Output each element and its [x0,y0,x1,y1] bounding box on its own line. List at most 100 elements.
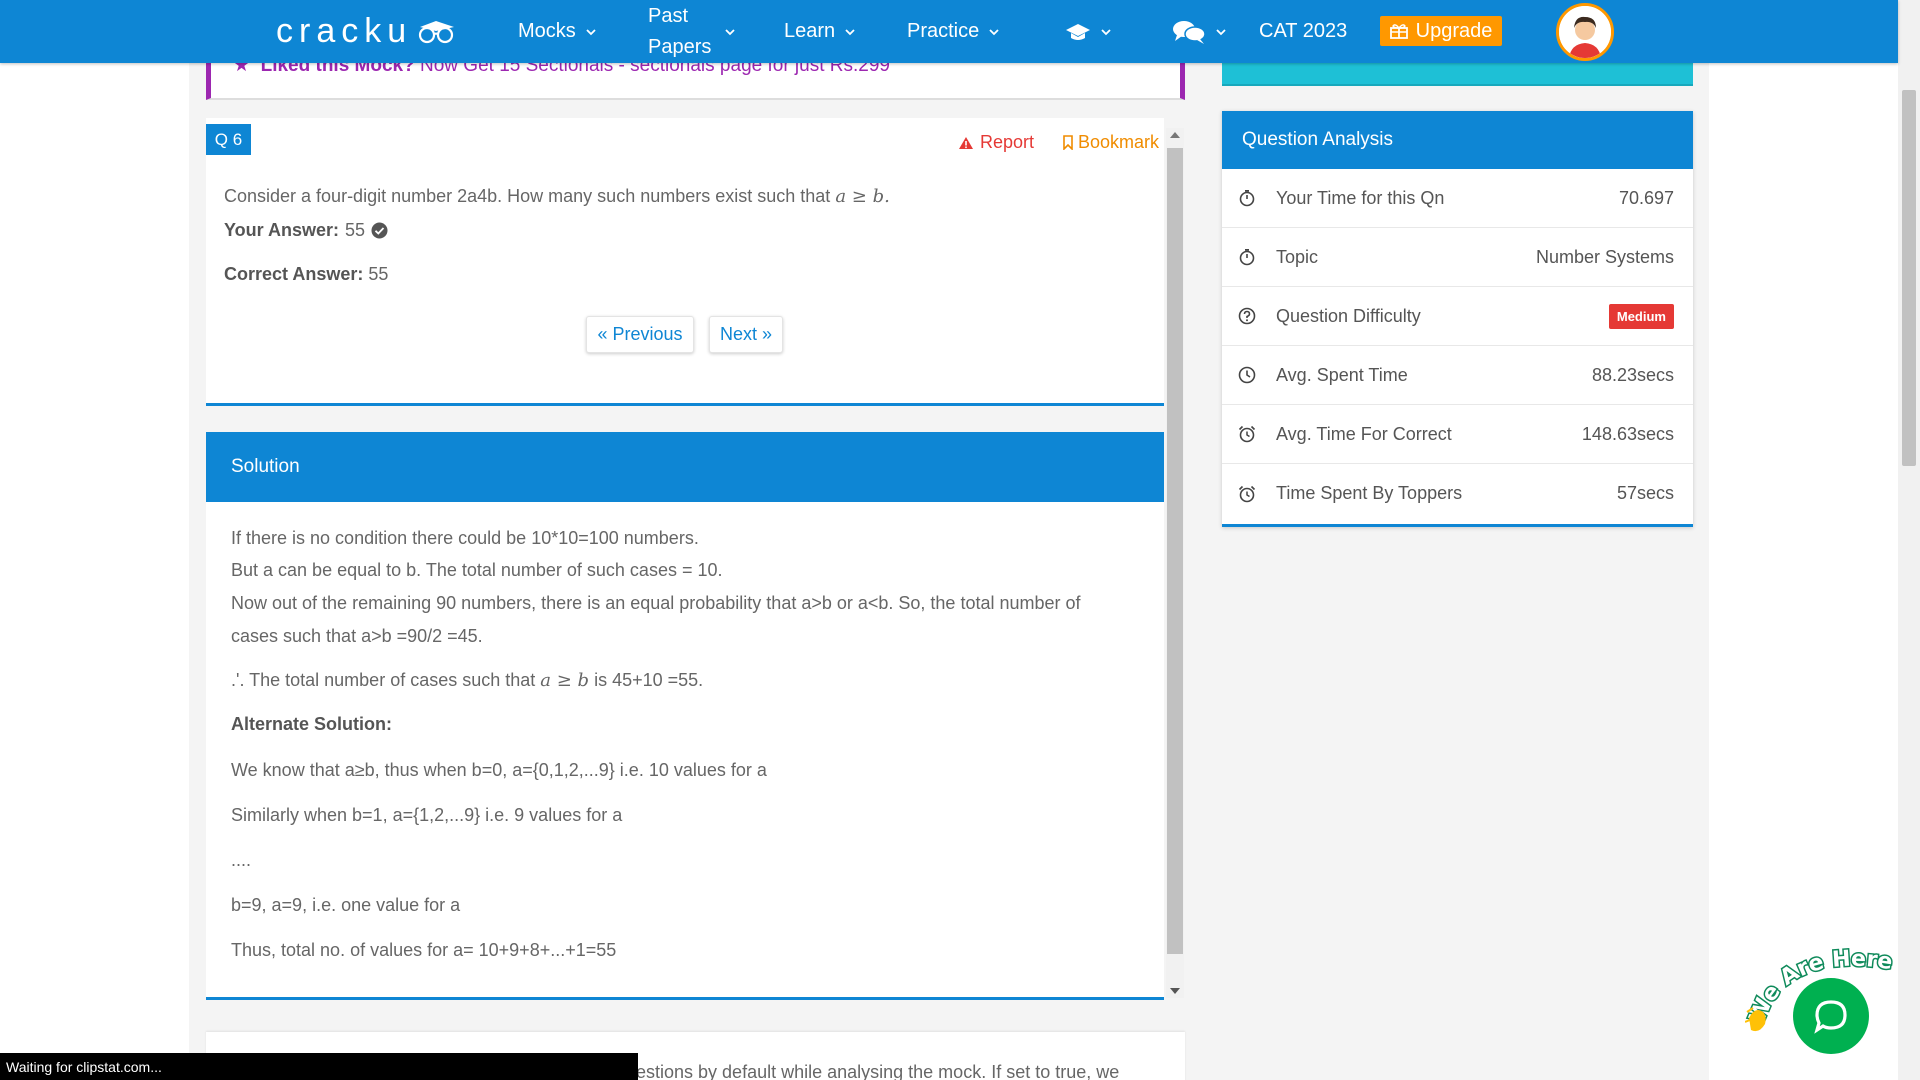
question-analysis-panel: Question Analysis Your Time for this Qn … [1222,111,1693,527]
your-answer: Your Answer: 55 [224,220,388,241]
bookmark-button[interactable]: Bookmark [1062,132,1159,153]
settings-text: estions by default while analysing the m… [636,1062,1120,1080]
page-scrollbar-thumb[interactable] [1902,90,1916,466]
correct-answer-label: Correct Answer: [224,264,364,284]
stopwatch-icon [1239,249,1255,266]
nav-cat-label: CAT 2023 [1259,20,1348,42]
solution-line-text: is 45+10 =55. [594,670,704,690]
solution-line: cases such that a>b =90/2 =45. [231,626,483,646]
correct-answer: Correct Answer: 55 [224,264,388,285]
nav-mocks-label: Mocks [518,20,576,42]
content-scrollbar[interactable] [1166,128,1184,998]
nav-papers-label: Papers [648,35,712,58]
check-circle-icon [371,222,388,239]
question-number-badge: Q 6 [206,124,251,155]
analysis-row-avg-correct: Avg. Time For Correct 148.63secs [1222,405,1693,464]
analysis-value: 148.63secs [1581,423,1674,444]
browser-status-bar: Waiting for clipstat.com... [0,1053,638,1080]
nav-past-papers[interactable]: Past Papers [648,0,736,63]
chevron-down-icon [989,28,999,35]
question-math: a ≥ b [835,186,885,207]
chevron-down-icon [1101,28,1111,35]
alternate-solution-heading: Alternate Solution: [231,714,392,734]
top-navbar: cracku Mocks Past Papers Learn Practice [0,0,1898,63]
solution-math: a ≥ b [540,670,590,691]
user-avatar-icon [1559,6,1611,58]
solution-header: Solution [206,432,1164,502]
cracku-logo[interactable]: cracku [276,12,458,51]
nav-past-label: Past [648,4,689,27]
solution-line: But a can be equal to b. The total numbe… [231,560,723,580]
analysis-label: Time Spent By Toppers [1276,483,1463,503]
solution-line: If there is no condition there could be … [231,528,699,548]
analysis-label: Avg. Spent Time [1276,364,1408,385]
question-analysis-title: Question Analysis [1222,111,1693,169]
analysis-row-avg-time: Avg. Spent Time 88.23secs [1222,346,1693,405]
upgrade-label: Upgrade [1415,19,1493,42]
bookmark-icon [1063,135,1073,150]
scrollbar-thumb[interactable] [1167,148,1183,954]
chevron-down-icon [845,28,855,35]
alarm-icon [1238,485,1256,502]
next-button[interactable]: Next » [709,316,783,353]
clock-icon [1238,366,1256,384]
analysis-row-toppers: Time Spent By Toppers 57secs [1222,464,1693,523]
chat-widget-button[interactable] [1793,978,1869,1054]
previous-button[interactable]: « Previous [586,316,694,353]
nav-learn-label: Learn [784,20,836,42]
solution-card: Solution If there is no condition there … [206,432,1164,1000]
scroll-down-icon[interactable] [1170,988,1180,994]
solution-line: Similarly when b=1, a={1,2,...9} i.e. 9 … [231,805,623,825]
analysis-label: Question Difficulty [1276,305,1421,326]
bookmark-label: Bookmark [1078,132,1160,152]
logo-text: cracku [276,12,413,50]
chevron-down-icon [725,28,736,35]
analysis-value: Number Systems [1535,246,1674,267]
analysis-label: Avg. Time For Correct [1276,423,1452,444]
avatar[interactable] [1556,3,1614,61]
analysis-row-topic: Topic Number Systems [1222,228,1693,287]
page-scrollbar[interactable] [1898,0,1920,1080]
analysis-row-difficulty: Question Difficulty Medium [1222,287,1693,346]
report-button[interactable]: Report [958,132,1034,153]
gift-icon [1389,24,1408,39]
analysis-value: 88.23secs [1591,364,1674,385]
analysis-row-your-time: Your Time for this Qn 70.697 [1222,169,1693,228]
solution-line: b=9, a=9, i.e. one value for a [231,895,461,915]
nav-practice-label: Practice [907,20,980,42]
solution-line: We know that a≥b, thus when b=0, a={0,1,… [231,760,767,780]
question-body: Consider a four-digit number 2a4b. How m… [224,186,831,206]
analysis-label: Your Time for this Qn [1276,187,1445,208]
nav-discussion[interactable] [1172,0,1226,63]
correct-answer-value: 55 [368,264,389,284]
glasses-icon [419,20,455,43]
solution-line-text: .'. The total number of cases such that [231,670,536,690]
report-label: Report [980,132,1035,152]
solution-line: .'. The total number of cases such that … [231,670,703,691]
solution-line: Now out of the remaining 90 numbers, the… [231,593,1081,613]
question-card: Q 6 Report Bookmark Consider a four-digi… [206,118,1164,406]
chevron-down-icon [1216,28,1226,35]
question-text: Consider a four-digit number 2a4b. How m… [224,186,890,207]
page: cracku Mocks Past Papers Learn Practice [0,0,1920,1080]
analysis-value: 57secs [1616,483,1674,503]
alarm-icon [1238,425,1256,443]
upgrade-button[interactable]: Upgrade [1380,16,1502,46]
warning-icon [959,136,973,149]
solution-line: .... [231,850,252,870]
scroll-up-icon[interactable] [1170,132,1180,138]
analysis-value: 70.697 [1618,187,1674,208]
chevron-down-icon [586,28,596,35]
chat-bubbles-icon [1173,20,1206,44]
solution-line: Thus, total no. of values for a= 10+9+8+… [231,940,617,960]
nav-learn[interactable]: Learn [784,0,855,63]
question-circle-icon [1238,307,1256,325]
nav-courses[interactable] [1065,0,1111,63]
nav-practice[interactable]: Practice [907,0,999,63]
graduation-cap-icon [1066,23,1090,40]
your-answer-label: Your Answer: [224,220,340,240]
stopwatch-icon [1239,190,1255,207]
nav-cat-2023[interactable]: CAT 2023 [1259,0,1347,63]
chat-bubble-icon [1814,1000,1847,1034]
nav-mocks[interactable]: Mocks [518,0,596,63]
